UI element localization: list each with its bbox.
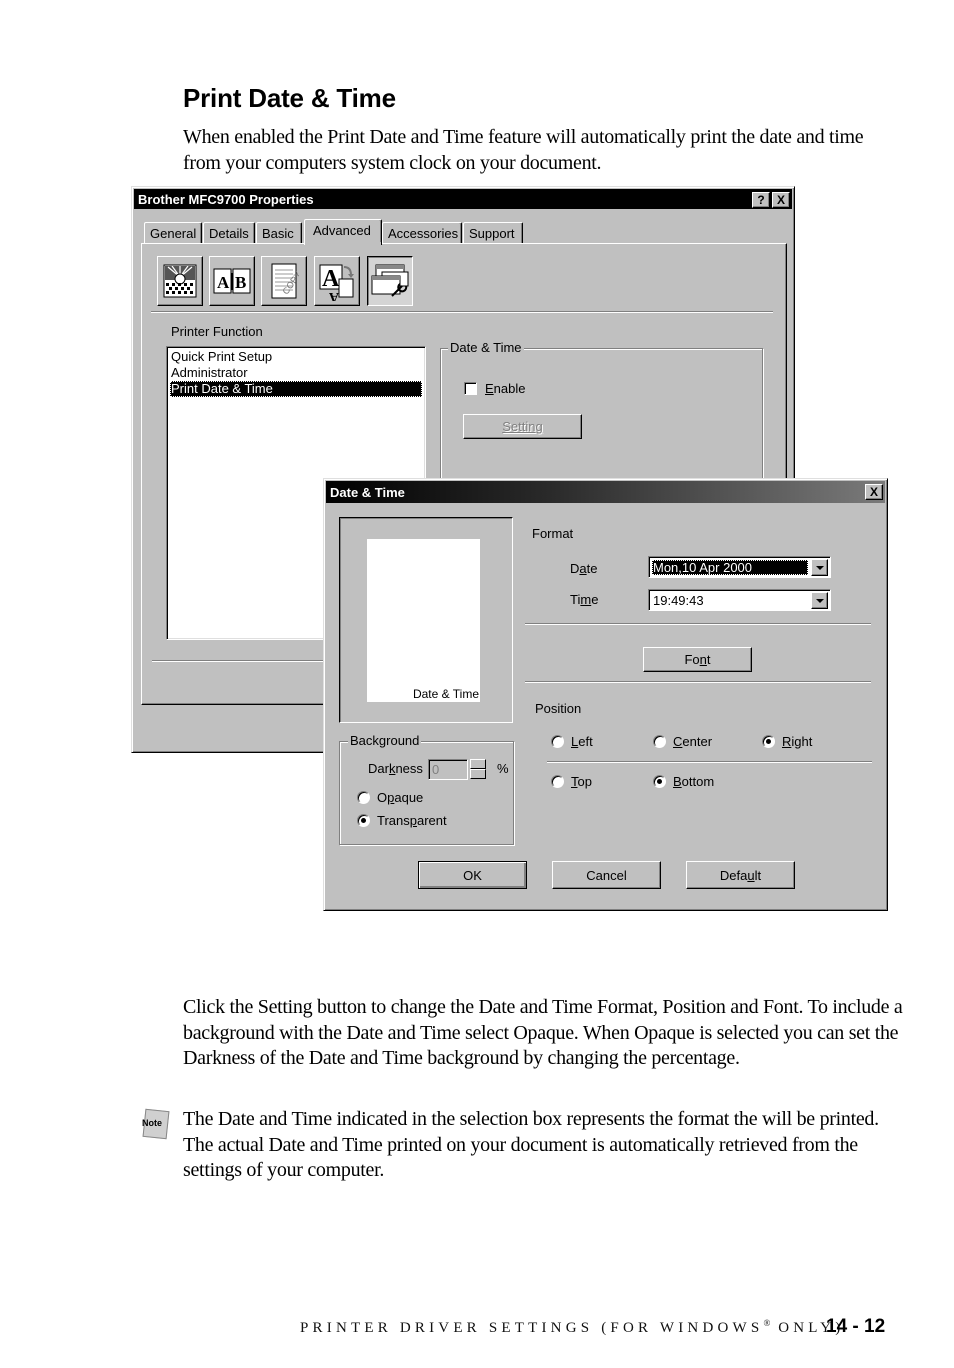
dialog-title: Date & Time <box>330 484 405 500</box>
font-divider <box>525 681 871 683</box>
position-left-radio[interactable] <box>551 735 564 748</box>
spin-down-icon[interactable] <box>470 769 486 779</box>
date-time-dialog: Date & Time X Date & Time Format Date Mo… <box>323 478 888 911</box>
position-right-radio[interactable] <box>762 735 775 748</box>
watermark-icon: COPY <box>271 263 299 299</box>
help-button[interactable]: ? <box>752 192 770 208</box>
time-format-value: 19:49:43 <box>653 593 704 608</box>
duplex-button[interactable]: A B <box>209 256 255 306</box>
chevron-down-icon[interactable] <box>811 592 828 609</box>
body-paragraph: Click the Setting button to change the D… <box>183 996 903 1069</box>
format-label: Format <box>532 526 574 541</box>
chevron-down-icon[interactable] <box>811 559 828 576</box>
printer-function-icon <box>371 264 409 297</box>
toolbar-divider <box>151 311 773 313</box>
tab-accessories[interactable]: Accessories <box>382 222 462 244</box>
setting-button[interactable]: Setting <box>463 414 582 439</box>
format-divider <box>525 623 871 625</box>
position-left-label[interactable]: Left <box>571 734 593 749</box>
tab-basic[interactable]: Basic <box>256 222 302 244</box>
list-item-administrator[interactable]: Administrator <box>170 365 422 381</box>
list-item-print-date-time[interactable]: Print Date & Time <box>170 381 422 397</box>
cancel-button[interactable]: Cancel <box>552 861 661 889</box>
window-title: Brother MFC9700 Properties <box>138 191 314 207</box>
position-bottom-radio[interactable] <box>653 775 666 788</box>
position-center-radio[interactable] <box>653 735 666 748</box>
properties-titlebar[interactable]: Brother MFC9700 Properties ? X <box>134 189 792 209</box>
preview-frame: Date & Time <box>339 517 513 723</box>
opaque-radio[interactable] <box>357 791 370 804</box>
tab-details[interactable]: Details <box>203 222 255 244</box>
background-group-label: Background <box>348 733 422 748</box>
date-format-dropdown[interactable]: Mon,10 Apr 2000 <box>648 556 831 578</box>
dialog-close-button[interactable]: X <box>865 484 883 500</box>
time-format-dropdown[interactable]: 19:49:43 <box>648 589 831 611</box>
preview-date-time-text: Date & Time <box>412 687 479 701</box>
time-label: Time <box>570 592 599 607</box>
section-heading: Print Date & Time <box>183 83 396 113</box>
preview-page: Date & Time <box>367 539 480 702</box>
darkness-unit: % <box>497 761 509 776</box>
opaque-label[interactable]: Opaque <box>377 790 423 805</box>
date-time-group-label: Date & Time <box>448 340 524 355</box>
enable-checkbox[interactable] <box>464 382 477 395</box>
page-number: 14 - 12 <box>826 1316 886 1337</box>
darkness-spinner[interactable] <box>470 759 486 780</box>
transparent-label[interactable]: Transparent <box>377 813 447 828</box>
svg-text:A: A <box>328 289 339 301</box>
svg-text:B: B <box>235 273 246 292</box>
printer-function-button[interactable] <box>367 256 413 306</box>
position-center-label[interactable]: Center <box>673 734 712 749</box>
date-time-titlebar[interactable]: Date & Time X <box>326 481 885 503</box>
position-top-radio[interactable] <box>551 775 564 788</box>
printer-function-label: Printer Function <box>171 324 263 339</box>
footer-section-title: PRINTER DRIVER SETTINGS (FOR WINDOWS® ON… <box>300 1318 845 1336</box>
bottom-divider <box>152 660 332 662</box>
darkness-label: Darkness <box>368 761 423 776</box>
duplex-icon: A B <box>213 268 251 294</box>
svg-text:A: A <box>217 273 230 292</box>
tab-support[interactable]: Support <box>463 222 523 244</box>
enable-label[interactable]: Enable <box>485 381 525 396</box>
date-format-value: Mon,10 Apr 2000 <box>652 560 808 575</box>
note-icon: Note <box>141 1108 171 1140</box>
print-quality-button[interactable] <box>157 256 203 306</box>
ok-button[interactable]: OK <box>418 861 527 889</box>
font-button[interactable]: Fo n t <box>643 647 752 672</box>
intro-paragraph: When enabled the Print Date and Time fea… <box>183 126 864 174</box>
watermark-button[interactable]: COPY <box>261 256 307 306</box>
print-quality-icon <box>163 264 197 298</box>
svg-text:A: A <box>322 266 340 292</box>
position-label: Position <box>535 701 582 716</box>
spin-up-icon[interactable] <box>470 759 486 769</box>
font-substitution-icon: A A <box>319 264 354 301</box>
font-substitution-button[interactable]: A A <box>314 256 360 306</box>
list-item-quick-print-setup[interactable]: Quick Print Setup <box>170 349 422 365</box>
default-button[interactable]: Defa u lt <box>686 861 795 889</box>
position-divider <box>547 761 872 763</box>
position-bottom-label[interactable]: Bottom <box>673 774 714 789</box>
darkness-input[interactable]: 0 <box>428 759 468 780</box>
enable-label-text: nable <box>493 381 526 396</box>
note-text: The Date and Time indicated in the selec… <box>183 1108 879 1181</box>
date-label: Date <box>570 561 598 576</box>
position-right-label[interactable]: Right <box>782 734 812 749</box>
transparent-radio[interactable] <box>357 814 370 827</box>
position-top-label[interactable]: Top <box>571 774 592 789</box>
close-button[interactable]: X <box>772 192 790 208</box>
tab-general[interactable]: General <box>144 222 202 244</box>
